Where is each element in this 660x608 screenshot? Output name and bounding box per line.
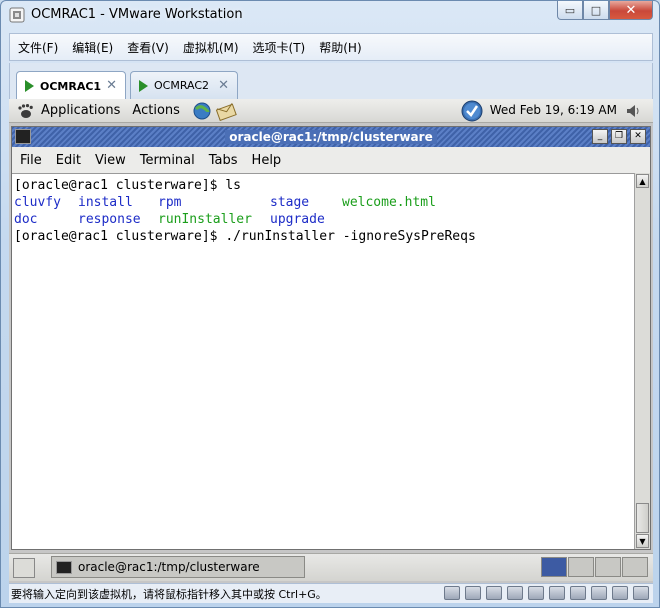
- terminal-command-line: [oracle@rac1 clusterware]$ ./runInstalle…: [14, 229, 476, 244]
- directory-entry: rpm: [158, 195, 182, 210]
- sound-icon[interactable]: [612, 586, 628, 600]
- workspace-4[interactable]: [622, 557, 648, 577]
- terminal-menu-terminal[interactable]: Terminal: [140, 153, 195, 168]
- terminal-command-line: [oracle@rac1 clusterware]$ ls: [14, 178, 241, 193]
- tab-ocmrac1[interactable]: OCMRAC1 ✕: [16, 71, 126, 100]
- taskbar-label: oracle@rac1:/tmp/clusterware: [78, 560, 260, 574]
- vmware-icon: [9, 7, 25, 23]
- status-message: 要将输入定向到该虚拟机，请将鼠标指针移入其中或按 Ctrl+G。: [11, 587, 327, 601]
- panel-clock[interactable]: Wed Feb 19, 6:19 AM: [490, 103, 617, 117]
- directory-entry: install: [78, 195, 133, 210]
- powered-on-icon: [139, 79, 148, 92]
- taskbar-terminal-button[interactable]: oracle@rac1:/tmp/clusterware: [51, 556, 305, 578]
- terminal-menu-file[interactable]: File: [20, 153, 42, 168]
- terminal-minimize-button[interactable]: _: [592, 129, 608, 144]
- hdd-icon[interactable]: [444, 586, 460, 600]
- device-icons: [439, 586, 649, 600]
- hdd-icon[interactable]: [507, 586, 523, 600]
- menu-edit[interactable]: 编辑(E): [72, 39, 113, 56]
- maximize-button[interactable]: □: [583, 1, 609, 20]
- terminal-output[interactable]: [oracle@rac1 clusterware]$ ls cluvfy insta…: [12, 173, 634, 549]
- menu-help[interactable]: 帮助(H): [319, 39, 361, 56]
- vmware-menubar: 文件(F) 编辑(E) 查看(V) 虚拟机(M) 选项卡(T) 帮助(H): [9, 33, 653, 61]
- scroll-down-button[interactable]: ▼: [636, 534, 649, 548]
- message-icon[interactable]: [633, 586, 649, 600]
- menu-vm[interactable]: 虚拟机(M): [183, 39, 239, 56]
- hdd-icon[interactable]: [528, 586, 544, 600]
- minimize-button[interactable]: ▭: [557, 1, 583, 20]
- directory-entry: runInstaller: [158, 212, 252, 227]
- show-desktop-icon[interactable]: [13, 558, 35, 578]
- directory-entry: stage: [270, 195, 310, 210]
- terminal-menubar: File Edit View Terminal Tabs Help: [12, 148, 650, 172]
- window-titlebar[interactable]: OCMRAC1 - VMware Workstation ▭ □ ✕: [1, 1, 659, 29]
- terminal-window: oracle@rac1:/tmp/clusterware _ ❐ ✕ File …: [11, 126, 651, 550]
- scroll-thumb[interactable]: [636, 503, 649, 533]
- directory-entry: response: [78, 212, 141, 227]
- workspace-2[interactable]: [568, 557, 594, 577]
- terminal-menu-help[interactable]: Help: [252, 153, 282, 168]
- terminal-window-controls: _ ❐ ✕: [589, 129, 646, 144]
- terminal-menu-edit[interactable]: Edit: [56, 153, 81, 168]
- tab-label: OCMRAC1: [40, 79, 102, 93]
- guest-display[interactable]: Applications Actions Wed Feb 19, 6:19 AM: [9, 99, 653, 583]
- tab-label: OCMRAC2: [154, 79, 210, 92]
- terminal-close-button[interactable]: ✕: [630, 129, 646, 144]
- cdrom-icon[interactable]: [549, 586, 565, 600]
- terminal-menu-tabs[interactable]: Tabs: [209, 153, 238, 168]
- tab-ocmrac2[interactable]: OCMRAC2 ✕: [130, 71, 238, 99]
- window-controls: ▭ □ ✕: [557, 1, 653, 21]
- gnome-top-panel: Applications Actions Wed Feb 19, 6:19 AM: [9, 99, 653, 123]
- terminal-icon[interactable]: [15, 129, 31, 144]
- workspace-3[interactable]: [595, 557, 621, 577]
- window-title: OCMRAC1 - VMware Workstation: [31, 7, 243, 22]
- update-check-icon[interactable]: [461, 100, 483, 122]
- menu-actions[interactable]: Actions: [132, 103, 180, 118]
- menu-file[interactable]: 文件(F): [18, 39, 58, 56]
- vmware-window: OCMRAC1 - VMware Workstation ▭ □ ✕ 文件(F)…: [0, 0, 660, 608]
- network-icon[interactable]: [591, 586, 607, 600]
- directory-entry: doc: [14, 212, 38, 227]
- web-browser-icon[interactable]: [192, 101, 212, 121]
- terminal-maximize-button[interactable]: ❐: [611, 129, 627, 144]
- menu-tabs[interactable]: 选项卡(T): [253, 39, 306, 56]
- terminal-line: [oracle@rac1 clusterware]$ ./runInstalle…: [14, 228, 634, 245]
- menu-view[interactable]: 查看(V): [127, 39, 169, 56]
- vm-tab-strip: OCMRAC1 ✕ OCMRAC2 ✕: [9, 63, 653, 100]
- close-icon[interactable]: ✕: [106, 78, 117, 93]
- close-icon[interactable]: ✕: [218, 78, 229, 93]
- terminal-line: [oracle@rac1 clusterware]$ ls: [14, 177, 634, 194]
- directory-entry: cluvfy: [14, 195, 61, 210]
- gnome-foot-icon[interactable]: [17, 103, 35, 119]
- close-button[interactable]: ✕: [609, 1, 653, 20]
- directory-entry: welcome.html: [342, 195, 436, 210]
- gnome-bottom-panel: oracle@rac1:/tmp/clusterware: [9, 553, 653, 581]
- directory-entry: upgrade: [270, 212, 325, 227]
- terminal-menu-view[interactable]: View: [95, 153, 126, 168]
- terminal-scrollbar[interactable]: ▲ ▼: [634, 173, 650, 549]
- hdd-icon[interactable]: [486, 586, 502, 600]
- powered-on-icon: [25, 80, 34, 92]
- terminal-titlebar[interactable]: oracle@rac1:/tmp/clusterware _ ❐ ✕: [12, 127, 650, 147]
- terminal-line: cluvfy install rpm stage welcome.html: [14, 194, 634, 211]
- workspace-1[interactable]: [541, 557, 567, 577]
- network-icon[interactable]: [570, 586, 586, 600]
- terminal-line: doc response runInstaller upgrade: [14, 211, 634, 228]
- terminal-title: oracle@rac1:/tmp/clusterware: [225, 130, 437, 144]
- hdd-icon[interactable]: [465, 586, 481, 600]
- vmware-status-bar: 要将输入定向到该虚拟机，请将鼠标指针移入其中或按 Ctrl+G。: [9, 583, 653, 603]
- speaker-icon[interactable]: [625, 103, 641, 119]
- terminal-icon: [56, 560, 72, 574]
- menu-applications[interactable]: Applications: [41, 103, 120, 118]
- email-icon[interactable]: [215, 101, 238, 121]
- scroll-up-button[interactable]: ▲: [636, 174, 649, 188]
